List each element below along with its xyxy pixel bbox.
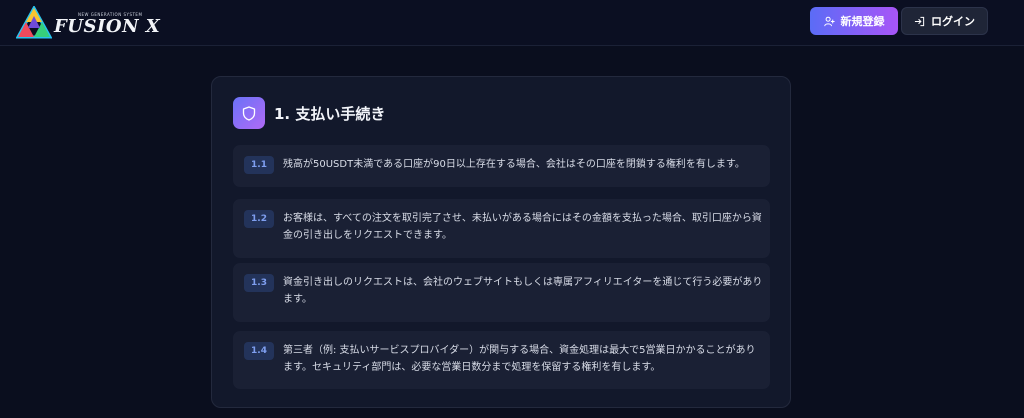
clause-item: 1.3 資金引き出しのリクエストは、会社のウェブサイトもしくは専属アフィリエイタ… xyxy=(233,263,770,322)
user-plus-icon xyxy=(823,16,835,26)
clause-text: お客様は、すべての注文を取引完了させ、未払いがある場合にはその金額を支払った場合… xyxy=(283,213,762,241)
login-button[interactable]: ログイン xyxy=(901,7,988,35)
login-label: ログイン xyxy=(931,15,975,28)
shield-badge xyxy=(233,97,265,129)
clause-text: 資金引き出しのリクエストは、会社のウェブサイトもしくは専属アフィリエイターを通じ… xyxy=(283,277,763,305)
section-title: 1. 支払い手続き xyxy=(274,104,386,123)
payment-procedure-card: 1. 支払い手続き 1.1 残高が50USDT未満である口座が90日以上存在する… xyxy=(211,76,791,408)
clause-text: 残高が50USDT未満である口座が90日以上存在する場合、会社はその口座を閉鎖す… xyxy=(283,159,745,170)
sign-in-icon xyxy=(914,16,925,26)
logo-wordmark: NEW GENERATION SYSTEM FUSION X xyxy=(54,6,164,40)
shield-icon xyxy=(242,105,256,121)
site-header: NEW GENERATION SYSTEM FUSION X 新規登録 ログイン xyxy=(0,0,1024,46)
clause-number: 1.4 xyxy=(244,342,274,360)
clause-item: 1.1 残高が50USDT未満である口座が90日以上存在する場合、会社はその口座… xyxy=(233,145,770,187)
clause-item: 1.2 お客様は、すべての注文を取引完了させ、未払いがある場合にはその金額を支払… xyxy=(233,199,770,258)
logo-text: FUSION X xyxy=(54,16,161,37)
triangle-logo-icon xyxy=(16,6,52,39)
clause-number: 1.3 xyxy=(244,274,274,292)
register-label: 新規登録 xyxy=(840,15,885,28)
register-button[interactable]: 新規登録 xyxy=(810,7,898,35)
brand-logo[interactable]: NEW GENERATION SYSTEM FUSION X xyxy=(16,6,164,40)
clause-text: 第三者（例: 支払いサービスプロバイダー）が関与する場合、資金処理は最大で5営業… xyxy=(283,345,756,373)
clause-number: 1.1 xyxy=(244,156,274,174)
clause-item: 1.4 第三者（例: 支払いサービスプロバイダー）が関与する場合、資金処理は最大… xyxy=(233,331,770,389)
section-heading: 1. 支払い手続き xyxy=(233,97,385,129)
clause-number: 1.2 xyxy=(244,210,274,228)
